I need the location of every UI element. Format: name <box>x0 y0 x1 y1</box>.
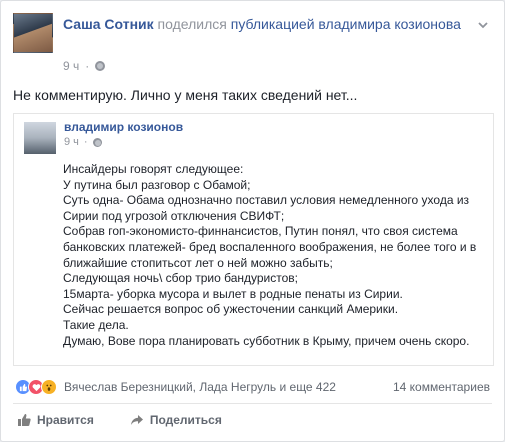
shared-post-line: Думаю, Вове пора планировать субботник в… <box>63 333 470 348</box>
like-label: Нравится <box>37 413 94 427</box>
globe-icon[interactable] <box>95 61 106 71</box>
feed-post: Саша Сотник поделился публикацией владим… <box>0 0 505 442</box>
wow-icon[interactable] <box>41 379 57 395</box>
reactions-summary[interactable]: Вячеслав Березницкий, Лада Негруль и еще… <box>15 379 336 395</box>
thumbs-up-icon <box>17 413 31 427</box>
shared-post-meta: 9 ч · <box>64 136 102 148</box>
shared-publication-link[interactable]: публикацией владимира козионова <box>231 16 461 32</box>
header-action-text: поделился <box>157 16 227 32</box>
globe-icon[interactable] <box>92 137 102 147</box>
reaction-names[interactable]: Вячеслав Березницкий, Лада Негруль и еще… <box>64 380 336 394</box>
comments-count-link[interactable]: 14 комментариев <box>393 380 490 394</box>
shared-post-line: Следующая ночь\ сбор трио бандуристов; <box>63 271 298 286</box>
shared-post-line: Суть одна- Обама однозначно поставил усл… <box>63 193 470 208</box>
shared-post-line: 15марта- уборка мусора и вылет в родные … <box>63 286 403 301</box>
chevron-down-icon[interactable] <box>476 19 490 33</box>
shared-post-line: Такие дела. <box>63 317 129 332</box>
post-text: Не комментирую. Лично у меня таких сведе… <box>13 87 358 103</box>
shared-post-line: ближайшие стопитьсот лет о ней можно заб… <box>63 255 333 270</box>
shared-post-time[interactable]: 9 ч <box>64 136 79 148</box>
share-arrow-icon <box>130 413 144 427</box>
share-button[interactable]: Поделиться <box>130 413 222 427</box>
meta-separator: · <box>85 59 90 73</box>
shared-post-body: Инсайдеры говорят следующее: У путина бы… <box>63 162 488 349</box>
shared-post-line: Инсайдеры говорят следующее: <box>63 162 244 176</box>
shared-post-line: У путина был разговор с Обамой; <box>63 177 251 192</box>
post-time[interactable]: 9 ч <box>63 59 79 73</box>
shared-post-line: Собрав гоп-экономисто-финнансистов, Пути… <box>63 224 458 239</box>
divider <box>13 403 492 404</box>
shared-author-name[interactable]: владимир козионов <box>64 120 183 134</box>
post-actions: Нравится Поделиться <box>17 413 222 427</box>
post-meta: 9 ч · <box>63 59 106 73</box>
shared-author-avatar[interactable] <box>24 122 56 154</box>
author-avatar[interactable] <box>13 13 53 53</box>
shared-post-line: банковских платежей- бред воспаленного в… <box>63 239 477 254</box>
shared-post: владимир козионов 9 ч · Инсайдеры говоря… <box>13 113 494 366</box>
shared-post-line: Сейчас решается вопрос об ужесточении са… <box>63 302 399 317</box>
shared-meta-separator: · <box>83 136 88 148</box>
shared-post-line: Сирии под угрозой отключения СВИФТ; <box>63 208 285 223</box>
author-name-link[interactable]: Саша Сотник <box>63 16 154 32</box>
post-header: Саша Сотник поделился публикацией владим… <box>63 15 463 34</box>
share-label: Поделиться <box>149 413 222 427</box>
like-button[interactable]: Нравится <box>17 413 94 427</box>
